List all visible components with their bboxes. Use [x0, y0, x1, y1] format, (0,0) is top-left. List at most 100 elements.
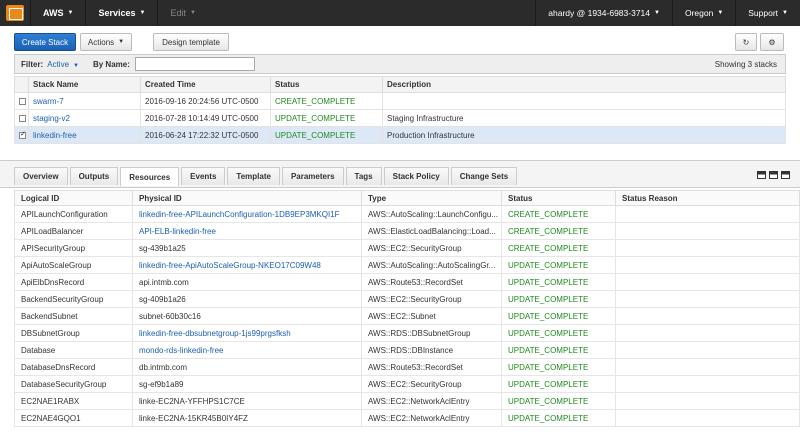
- table-row-selected[interactable]: linkedin-free 2016-06-24 17:22:32 UTC-05…: [14, 126, 786, 144]
- tab-parameters[interactable]: Parameters: [281, 167, 344, 185]
- edit-menu[interactable]: Edit ▼: [157, 0, 207, 26]
- column-header[interactable]: Created Time: [140, 76, 271, 93]
- tab-resources[interactable]: Resources: [120, 167, 180, 186]
- created-time: 2016-06-24 17:22:32 UTC-0500: [140, 126, 271, 144]
- column-header[interactable]: Physical ID: [132, 190, 362, 206]
- table-row: DatabaseDnsRecord db.intmb.com AWS::Route5…: [14, 358, 800, 376]
- stack-name-link[interactable]: staging-v2: [28, 109, 141, 127]
- refresh-button[interactable]: ↻: [735, 33, 757, 51]
- logical-id: EC2NAE4GQO1: [14, 409, 133, 427]
- logical-id: ApiAutoScaleGroup: [14, 256, 133, 274]
- column-header[interactable]: Status: [270, 76, 383, 93]
- tab-template[interactable]: Template: [227, 167, 280, 185]
- status-reason: [615, 324, 800, 342]
- physical-id: sg-439b1a25: [132, 239, 362, 257]
- table-row: BackendSubnet subnet-60b30c16 AWS::EC2::Su…: [14, 307, 800, 325]
- status-text: UPDATE_COMPLETE: [501, 324, 616, 342]
- detail-tabs-bar: Overview Outputs Resources Events Templa…: [0, 160, 800, 188]
- by-name-input[interactable]: [135, 57, 255, 71]
- tab-overview[interactable]: Overview: [14, 167, 68, 185]
- tab-events[interactable]: Events: [181, 167, 226, 185]
- settings-button[interactable]: ⚙: [760, 33, 784, 51]
- chevron-down-icon: ▼: [717, 10, 724, 16]
- physical-id: api.intmb.com: [132, 273, 362, 291]
- chevron-down-icon: ▼: [654, 10, 660, 16]
- resource-type: AWS::EC2::SecurityGroup: [361, 290, 502, 308]
- region-menu[interactable]: Oregon ▼: [671, 0, 735, 26]
- physical-id[interactable]: linkedin-free-ApiAutoScaleGroup-NKEO17C0…: [132, 256, 362, 274]
- physical-id: db.intmb.com: [132, 358, 362, 376]
- chevron-down-icon: ▼: [189, 10, 196, 16]
- filter-dropdown[interactable]: Active ▼: [47, 60, 79, 69]
- row-checkbox[interactable]: [19, 130, 26, 139]
- view-half-icon[interactable]: [769, 171, 778, 179]
- column-header[interactable]: Status: [501, 190, 616, 206]
- chevron-down-icon: ▼: [73, 62, 79, 69]
- table-row[interactable]: staging-v2 2016-07-28 10:14:49 UTC-0500 …: [14, 109, 786, 127]
- tab-tags[interactable]: Tags: [345, 167, 382, 185]
- status-text: UPDATE_COMPLETE: [501, 273, 616, 291]
- by-name-label: By Name:: [92, 59, 130, 69]
- status-reason: [615, 392, 800, 410]
- stack-name-link[interactable]: swarm-7: [28, 92, 141, 110]
- status-text: CREATE_COMPLETE: [270, 92, 383, 110]
- tab-change-sets[interactable]: Change Sets: [450, 167, 518, 185]
- row-checkbox[interactable]: [19, 114, 26, 122]
- status-text: UPDATE_COMPLETE: [501, 307, 616, 325]
- physical-id: subnet-60b30c16: [132, 307, 362, 325]
- resource-type: AWS::EC2::SecurityGroup: [361, 375, 502, 393]
- support-menu[interactable]: Support ▼: [735, 0, 800, 26]
- status-reason: [615, 375, 800, 393]
- created-time: 2016-07-28 10:14:49 UTC-0500: [140, 109, 271, 127]
- aws-logo[interactable]: [0, 0, 30, 26]
- physical-id[interactable]: API-ELB-linkedin-free: [132, 222, 362, 240]
- resource-type: AWS::AutoScaling::LaunchConfigu...: [361, 205, 502, 223]
- column-header[interactable]: Stack Name: [28, 76, 141, 93]
- column-header[interactable]: Type: [361, 190, 502, 206]
- account-menu[interactable]: ahardy @ 1934-6983-3714 ▼: [535, 0, 672, 26]
- logical-id: ApiElbDnsRecord: [14, 273, 133, 291]
- toolbar: Create Stack Actions ▼ Design template ↻ …: [0, 26, 800, 54]
- services-menu[interactable]: Services ▼: [85, 0, 157, 26]
- status-reason: [615, 409, 800, 427]
- refresh-icon: ↻: [742, 37, 750, 47]
- physical-id[interactable]: linkedin-free-APILaunchConfiguration-1DB…: [132, 205, 362, 223]
- column-header[interactable]: Logical ID: [14, 190, 133, 206]
- tab-outputs[interactable]: Outputs: [69, 167, 119, 185]
- physical-id[interactable]: linkedin-free-dbsubnetgroup-1js99prgsfks…: [132, 324, 362, 342]
- physical-id: sg-409b1a26: [132, 290, 362, 308]
- created-time: 2016-09-16 20:24:56 UTC-0500: [140, 92, 271, 110]
- view-full-icon[interactable]: [781, 171, 790, 179]
- row-checkbox[interactable]: [19, 97, 26, 105]
- description: Staging Infrastructure: [382, 109, 786, 127]
- logical-id: Database: [14, 341, 133, 359]
- stack-name-link[interactable]: linkedin-free: [28, 126, 141, 144]
- view-split-icon[interactable]: [757, 171, 766, 179]
- status-text: CREATE_COMPLETE: [501, 222, 616, 240]
- column-header[interactable]: Description: [382, 76, 786, 93]
- status-reason: [615, 341, 800, 359]
- column-header[interactable]: Status Reason: [615, 190, 800, 206]
- tab-stack-policy[interactable]: Stack Policy: [383, 167, 449, 185]
- chevron-down-icon: ▼: [118, 39, 125, 45]
- status-text: CREATE_COMPLETE: [501, 239, 616, 257]
- resource-type: AWS::Route53::RecordSet: [361, 273, 502, 291]
- description: [382, 92, 786, 110]
- cube-icon: [6, 5, 24, 21]
- table-row: DatabaseSecurityGroup sg-ef9b1a89 AWS::EC2…: [14, 375, 800, 393]
- physical-id[interactable]: mondo-rds-linkedin-free: [132, 341, 362, 359]
- design-template-button[interactable]: Design template: [153, 33, 229, 51]
- resource-type: AWS::EC2::Subnet: [361, 307, 502, 325]
- status-text: CREATE_COMPLETE: [501, 205, 616, 223]
- table-row[interactable]: swarm-7 2016-09-16 20:24:56 UTC-0500 CRE…: [14, 92, 786, 110]
- filter-bar: Filter: Active ▼ By Name: Showing 3 stack…: [14, 54, 786, 74]
- status-text: UPDATE_COMPLETE: [270, 109, 383, 127]
- create-stack-button[interactable]: Create Stack: [14, 33, 76, 51]
- logical-id: DatabaseDnsRecord: [14, 358, 133, 376]
- status-text: UPDATE_COMPLETE: [501, 256, 616, 274]
- status-text: UPDATE_COMPLETE: [501, 290, 616, 308]
- aws-menu[interactable]: AWS ▼: [30, 0, 85, 26]
- physical-id: sg-ef9b1a89: [132, 375, 362, 393]
- actions-button[interactable]: Actions ▼: [80, 33, 132, 51]
- status-text: UPDATE_COMPLETE: [501, 375, 616, 393]
